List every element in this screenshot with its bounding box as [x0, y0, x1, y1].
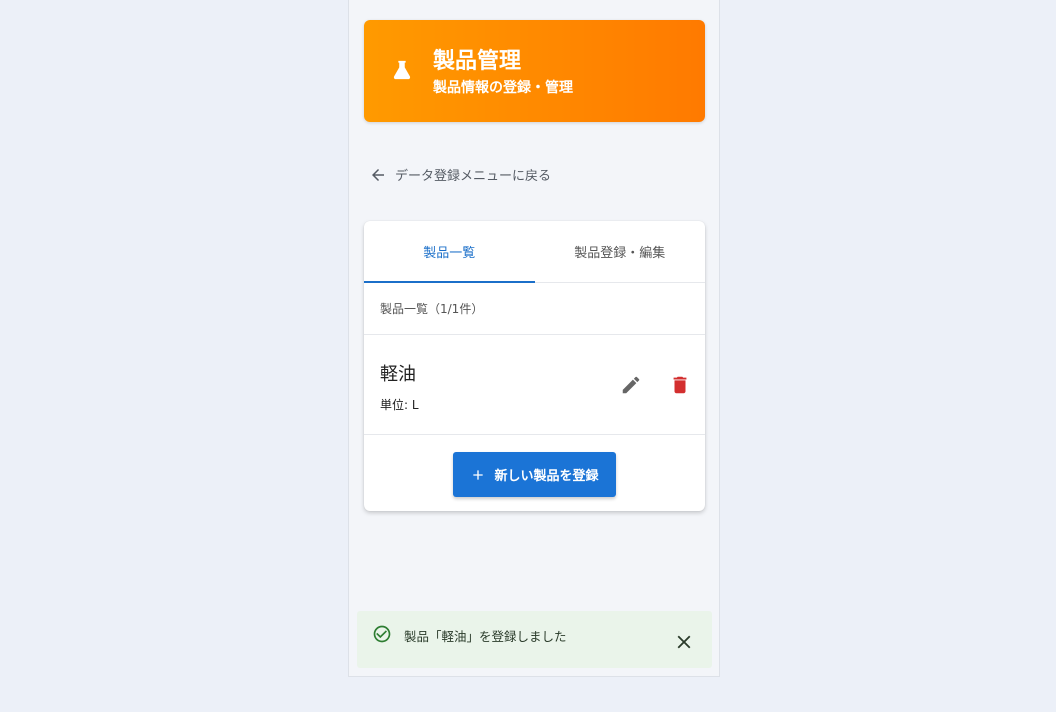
list-count: 製品一覧（1/1件）	[364, 283, 705, 335]
product-name: 軽油	[380, 364, 416, 385]
success-toast: 製品「軽油」を登録しました	[357, 611, 712, 668]
list-item: 軽油 単位: L	[364, 335, 705, 435]
tab-bar: 製品一覧 製品登録・編集	[364, 221, 705, 283]
page-title: 製品管理	[433, 49, 522, 74]
tab-product-list[interactable]: 製品一覧	[364, 221, 535, 283]
app-container: 製品管理 製品情報の登録・管理 データ登録メニューに戻る 製品一覧 製品登録・編…	[348, 0, 720, 677]
product-card: 製品一覧 製品登録・編集 製品一覧（1/1件） 軽油 単位: L 新しい製品を登…	[364, 221, 705, 511]
pencil-icon[interactable]	[620, 374, 642, 396]
card-footer: 新しい製品を登録	[364, 435, 705, 511]
page-subtitle: 製品情報の登録・管理	[433, 80, 573, 96]
tab-label: 製品登録・編集	[574, 246, 666, 261]
tab-product-register[interactable]: 製品登録・編集	[535, 221, 706, 282]
back-link-label: データ登録メニューに戻る	[395, 169, 552, 184]
toast-message: 製品「軽油」を登録しました	[404, 629, 567, 644]
arrow-left-icon	[372, 168, 384, 181]
page-header: 製品管理 製品情報の登録・管理	[364, 20, 705, 122]
plus-icon	[473, 469, 484, 480]
add-product-label: 新しい製品を登録	[494, 469, 599, 484]
check-circle-icon	[373, 625, 391, 643]
tab-label: 製品一覧	[423, 246, 476, 261]
back-link[interactable]: データ登録メニューに戻る	[369, 165, 551, 184]
add-product-button[interactable]: 新しい製品を登録	[453, 452, 616, 497]
close-icon[interactable]	[673, 631, 695, 653]
trash-icon[interactable]	[669, 374, 691, 396]
flask-icon	[393, 60, 411, 80]
product-unit: 単位: L	[380, 398, 419, 412]
